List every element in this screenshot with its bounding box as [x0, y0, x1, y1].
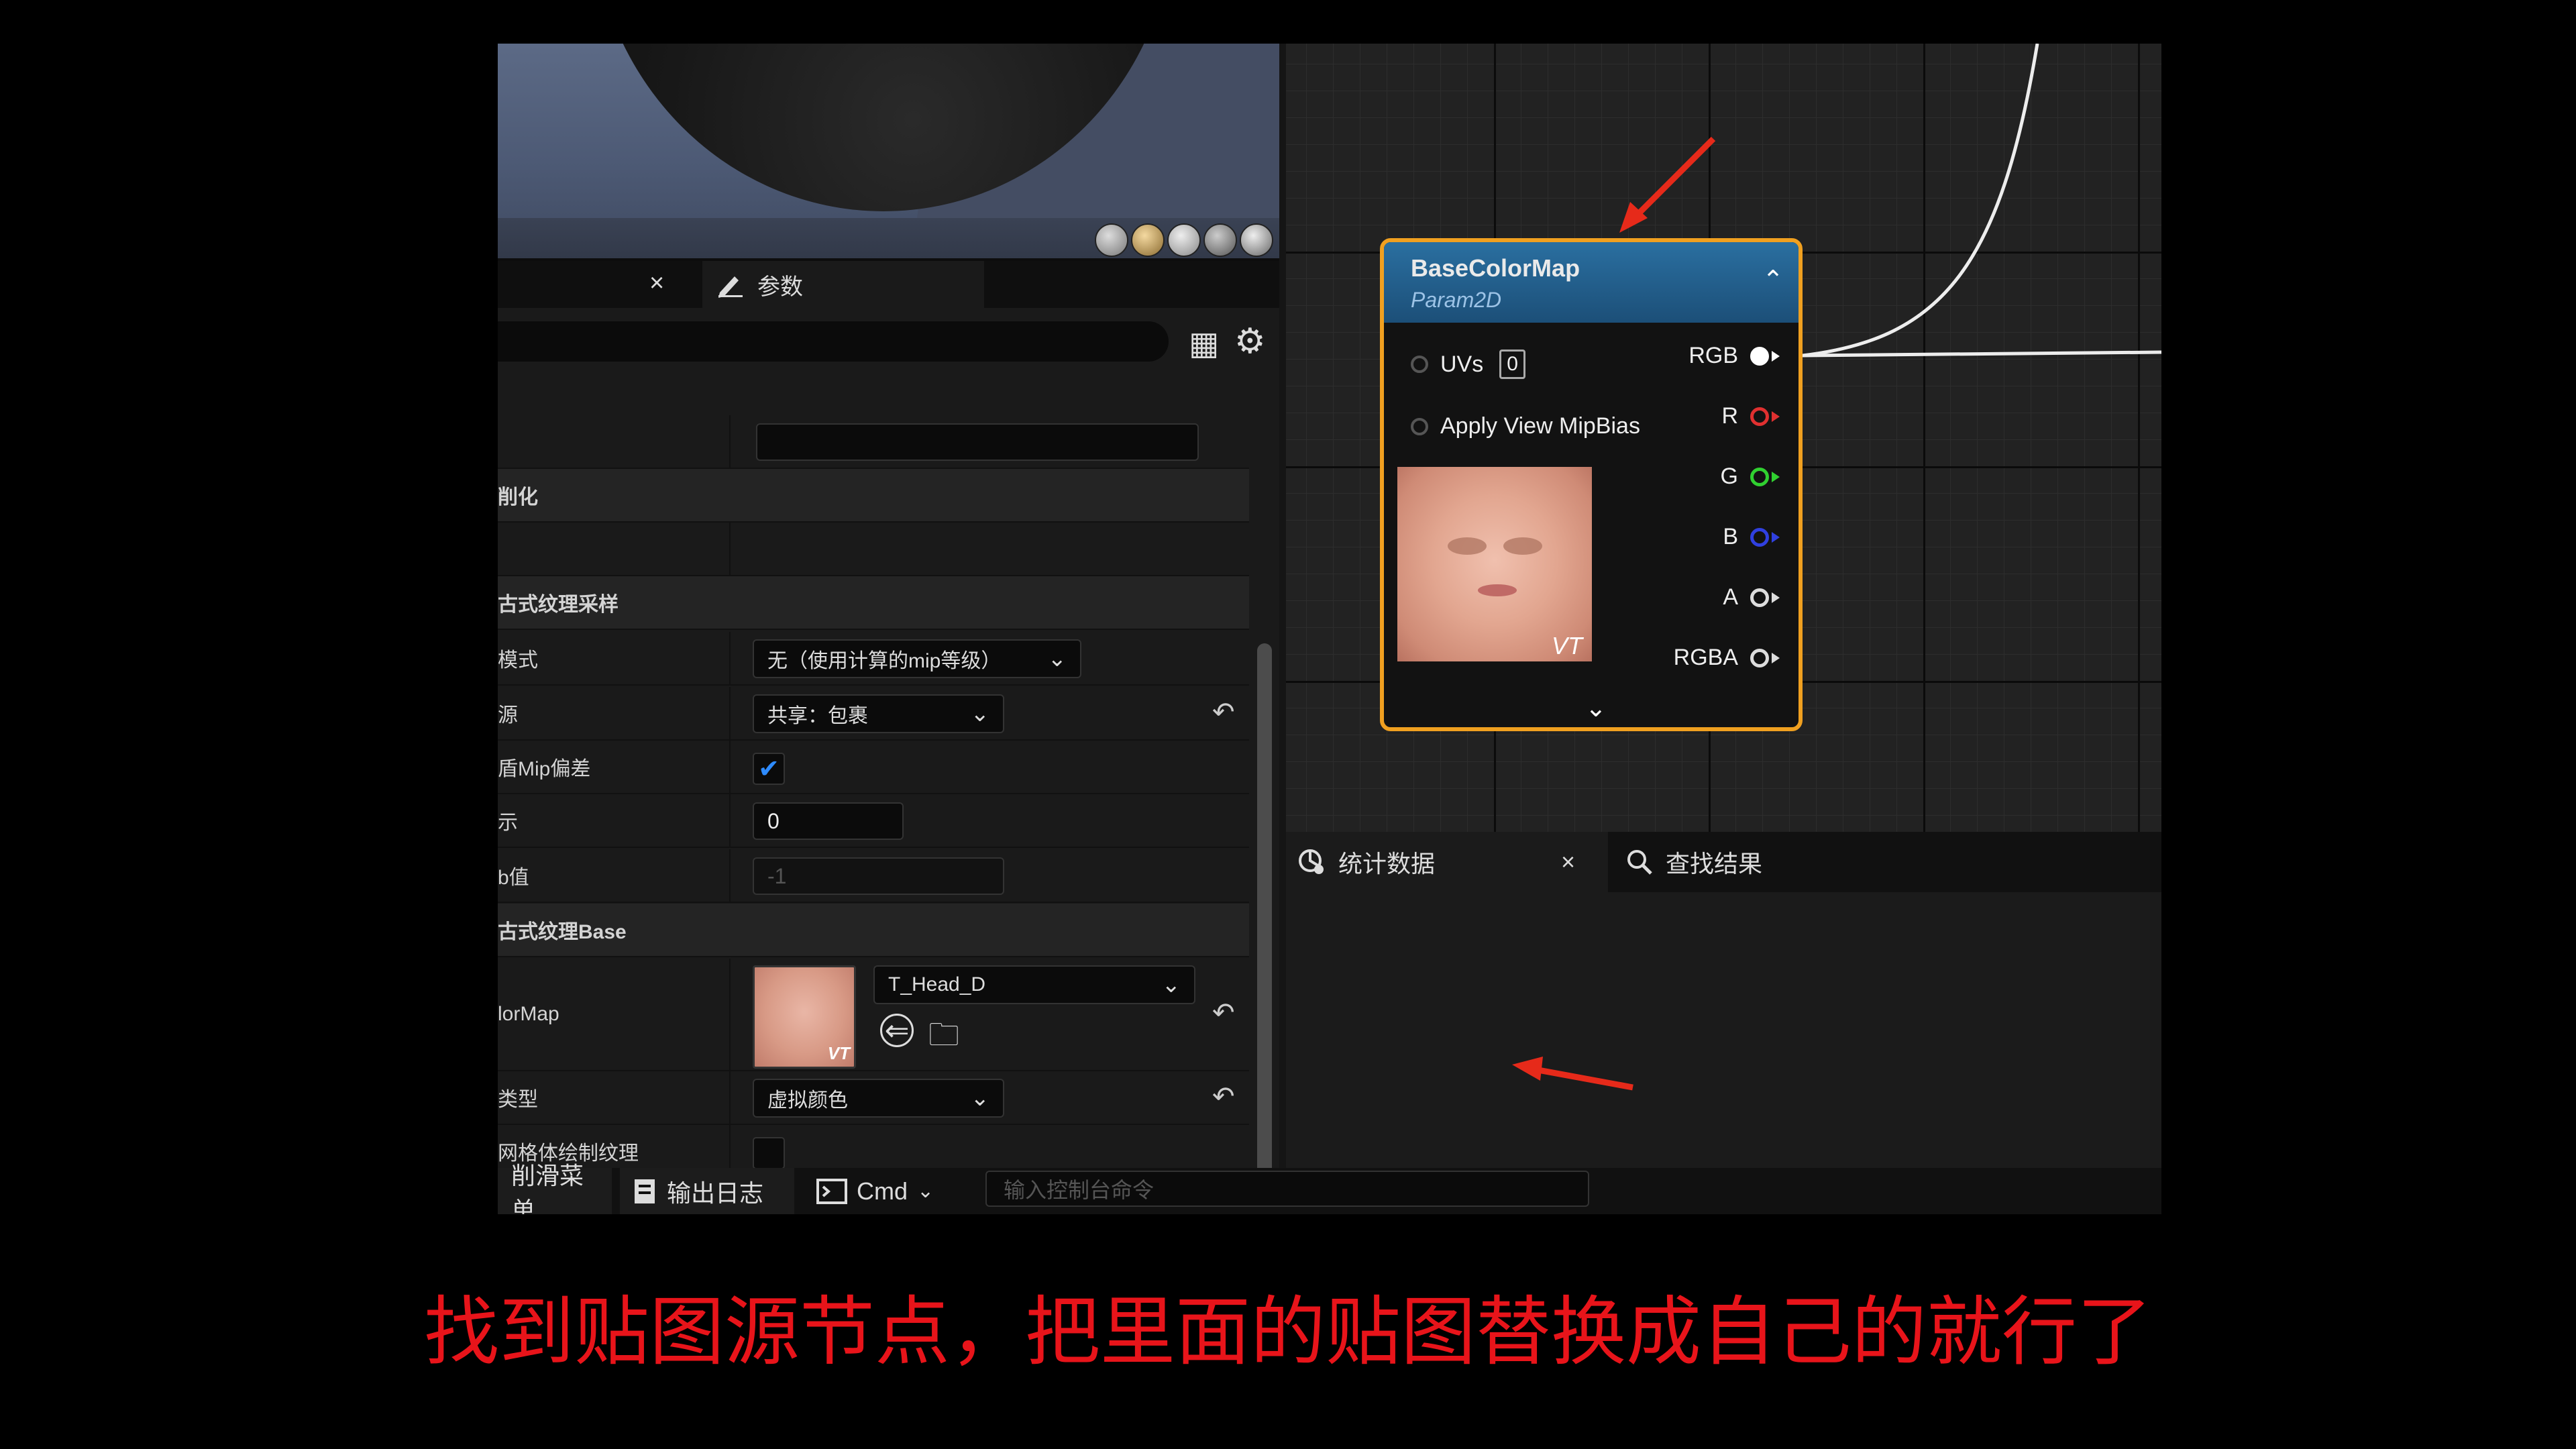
annotation-layer — [1512, 136, 1716, 1091]
editor-screenshot: × 参数 ▦ ⚙ 削化 古式纹理采样 模式 无（使用计算的mip等级） ⌄ 源共享：包裹 ⌄… — [498, 44, 2161, 1214]
annotation-arrow-node — [1630, 136, 1716, 222]
annotation-arrow-browse — [1530, 1065, 1633, 1091]
caption-subtitle: 找到贴图源节点，把里面的贴图替换成自己的就行了 — [424, 1289, 2152, 1376]
annotation-arrowhead-browse — [1512, 1057, 1543, 1081]
